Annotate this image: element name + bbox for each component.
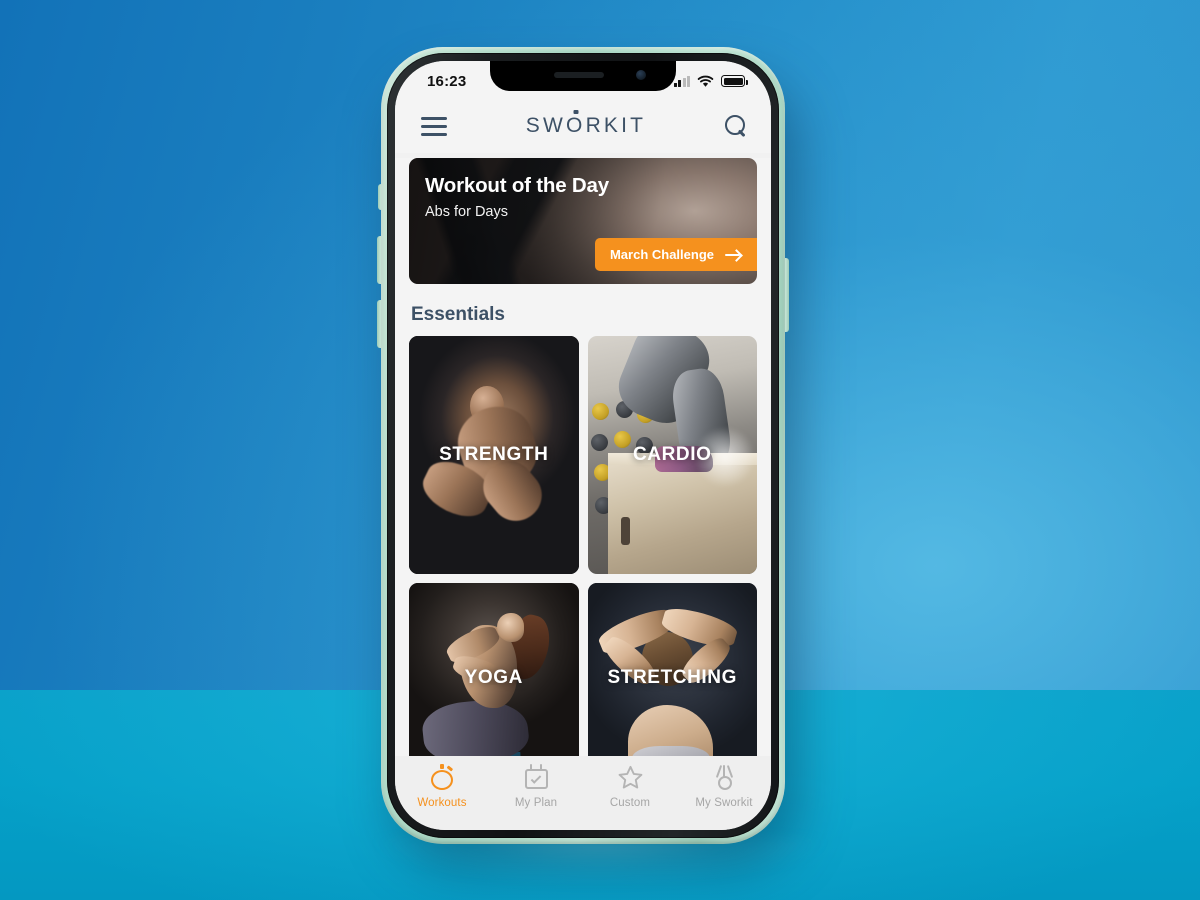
workout-of-the-day-banner[interactable]: Workout of the Day Abs for Days March Ch…	[409, 158, 757, 284]
cellular-signal-icon	[673, 75, 690, 87]
phone-device-frame: 16:23 SW O RKIT Workout of the Day Abs f…	[381, 47, 785, 844]
battery-full-icon	[721, 75, 748, 87]
workout-card-label: CARDIO	[632, 444, 712, 465]
workout-card-yoga[interactable]: YOGA	[409, 583, 579, 773]
tab-my-sworkit-label: My Sworkit	[695, 797, 753, 809]
brand-stopwatch-o-icon: O	[566, 114, 586, 137]
brand-text-left: SW	[525, 114, 567, 137]
workout-card-label: YOGA	[464, 667, 523, 688]
stopwatch-icon	[429, 764, 456, 791]
search-icon[interactable]	[724, 115, 747, 137]
phone-screen: 16:23 SW O RKIT Workout of the Day Abs f…	[395, 61, 771, 830]
calendar-check-icon	[523, 764, 550, 791]
workout-of-the-day-text: Workout of the Day Abs for Days	[425, 174, 609, 220]
workout-card-cardio[interactable]: CARDIO	[587, 336, 757, 574]
essentials-card-grid: STRENGTH CARDIO YOGA STRETCHING	[395, 336, 771, 773]
march-challenge-button[interactable]: March Challenge	[594, 238, 757, 271]
tab-my-plan-label: My Plan	[514, 797, 558, 809]
brand-text-right: RKIT	[585, 114, 647, 137]
wifi-icon	[697, 75, 714, 87]
phone-bezel: 16:23 SW O RKIT Workout of the Day Abs f…	[387, 53, 779, 838]
sworkit-logo: SW O RKIT	[526, 114, 646, 138]
workout-card-label: STRENGTH	[439, 444, 549, 465]
tab-workouts[interactable]: Workouts	[395, 764, 489, 809]
medal-icon	[711, 764, 738, 791]
workout-card-label: STRETCHING	[607, 667, 737, 688]
front-camera-icon	[636, 70, 646, 80]
workout-of-the-day-title: Workout of the Day	[425, 174, 609, 197]
star-icon	[617, 764, 644, 791]
device-notch	[490, 61, 676, 91]
tab-my-plan[interactable]: My Plan	[489, 764, 583, 809]
workout-card-strength[interactable]: STRENGTH	[409, 336, 579, 574]
earpiece-speaker-icon	[554, 72, 604, 78]
bottom-tab-bar: Workouts My Plan Custom My Sworkit	[395, 756, 771, 830]
hamburger-menu-icon[interactable]	[421, 116, 447, 136]
tab-custom[interactable]: Custom	[583, 764, 677, 809]
tab-custom-label: Custom	[609, 797, 651, 809]
essentials-section-title: Essentials	[411, 304, 505, 325]
workout-card-stretching[interactable]: STRETCHING	[587, 583, 757, 773]
march-challenge-label: March Challenge	[609, 247, 714, 262]
status-bar-time: 16:23	[427, 72, 467, 90]
arrow-right-icon	[725, 249, 741, 260]
app-content: Workout of the Day Abs for Days March Ch…	[395, 158, 771, 773]
app-header: SW O RKIT	[395, 99, 771, 153]
tab-my-sworkit[interactable]: My Sworkit	[677, 764, 771, 809]
status-bar-indicators	[673, 75, 748, 88]
workout-of-the-day-subtitle: Abs for Days	[425, 204, 508, 220]
tab-workouts-label: Workouts	[417, 797, 467, 809]
